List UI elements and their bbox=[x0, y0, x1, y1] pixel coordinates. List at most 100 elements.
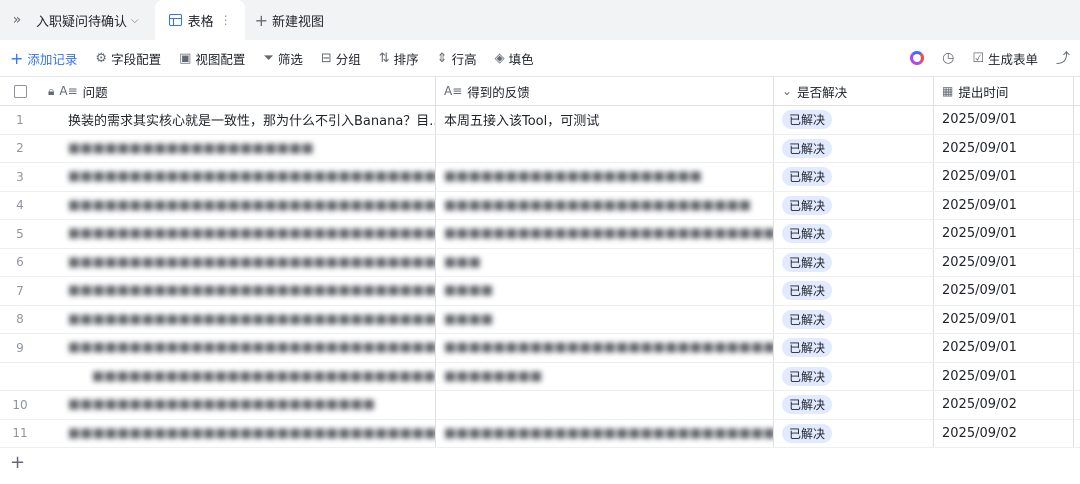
cell-feedback[interactable]: ■■■ bbox=[436, 248, 774, 276]
table-row[interactable]: 8■■■■■■■■■■■■■■■■■■■■■■■■■■■■■■■■■■■■■■■… bbox=[0, 305, 1080, 334]
row-index[interactable] bbox=[0, 363, 40, 391]
cell-resolved[interactable]: 已解决 bbox=[774, 277, 934, 305]
column-header-resolved[interactable]: ⌄ 是否解决 bbox=[774, 77, 934, 105]
add-record-button[interactable]: + 添加记录 bbox=[10, 49, 77, 68]
view-config-button[interactable]: ▣ 视图配置 bbox=[179, 49, 245, 68]
cell-question[interactable]: ■■■■■■■■■■■■■■■■■■■■■■■■■■■■■■■■■■■■■■■ bbox=[40, 248, 436, 276]
row-index[interactable]: 11 bbox=[0, 420, 40, 448]
cell-feedback[interactable]: ■■■■■■■■■■■■■■■■■■■■■■■■■ bbox=[436, 191, 774, 219]
cell-date[interactable]: 2025/09/01 bbox=[934, 163, 1074, 191]
expand-sidebar-icon[interactable]: » bbox=[0, 0, 34, 40]
table-row[interactable]: 4 ■■■■■■■■■■■■■■■■■■■■■■■■■■■■■■■■■ ■■■■■■… bbox=[0, 191, 1080, 220]
data-table: 🔒︎ A≡ 问题 A≡ 得到的反馈 ⌄ 是否解决 ▦ 提出时间 1 换装的需求其实… bbox=[0, 76, 1080, 448]
row-index[interactable]: 7 bbox=[0, 277, 40, 305]
cell-feedback[interactable]: 本周五接入该Tool，可测试 bbox=[436, 106, 774, 134]
table-row[interactable]: 5 ■■■■■■■■■■■■■■■■■■■■■■■■■■■■■■ ■■■■■■■■■… bbox=[0, 220, 1080, 249]
more-options-icon[interactable]: ⋮ bbox=[220, 13, 232, 27]
table-row[interactable]: 3 ■■■■■■■■■■■■■■■■■■■■■■■■■■■■■■■ ■■■■■■■■… bbox=[0, 163, 1080, 192]
cell-feedback[interactable]: ■■■■ bbox=[436, 305, 774, 333]
cell-resolved[interactable]: 已解决 bbox=[774, 305, 934, 333]
cell-question[interactable]: ■■■■■■■■■■■■■■■■■■■■■■■■■■■■■■■■ bbox=[40, 277, 436, 305]
table-row[interactable]: 11 ■■■■■■■■■■■■■■■■■■■■■■■■■■■■■■ ■■■■■■ ■■… bbox=[0, 419, 1080, 448]
table-row[interactable]: 10 ■■■■■■■■■■■■■■■■■■■■■■■■■ 已解决 2025/09/02 bbox=[0, 391, 1080, 420]
cell-date[interactable]: 2025/09/01 bbox=[934, 191, 1074, 219]
cell-date[interactable]: 2025/09/01 bbox=[934, 220, 1074, 248]
cell-feedback[interactable]: ■■■■■■■■■■■■■■■■■■■■■■■■■■■■■■■■■■■■ bbox=[436, 220, 774, 248]
cell-resolved[interactable]: 已解决 bbox=[774, 362, 934, 390]
cell-date[interactable]: 2025/09/01 bbox=[934, 277, 1074, 305]
cell-date[interactable]: 2025/09/02 bbox=[934, 391, 1074, 419]
filter-button[interactable]: ⏷ 筛选 bbox=[263, 49, 302, 68]
cell-question[interactable]: ■■■■■■■■■■■■■■■■■■■■■■■■■ bbox=[40, 391, 436, 419]
cell-resolved[interactable]: 已解决 bbox=[774, 220, 934, 248]
row-index[interactable]: 5 bbox=[0, 220, 40, 248]
cell-resolved[interactable]: 已解决 bbox=[774, 419, 934, 447]
cell-resolved[interactable]: 已解决 bbox=[774, 191, 934, 219]
cell-question[interactable]: ■■■■■■■■■■■■■■■■■■■■ bbox=[40, 134, 436, 162]
status-badge: 已解决 bbox=[782, 281, 833, 301]
cell-resolved[interactable]: 已解决 bbox=[774, 334, 934, 362]
cell-date[interactable]: 2025/09/01 bbox=[934, 305, 1074, 333]
cell-question[interactable]: ■■■■■■■■■■■■■■■■■■■■■■■■■■■■■■■■■■■■■■■ bbox=[40, 220, 436, 248]
fill-color-button[interactable]: ◈ 填色 bbox=[495, 49, 534, 68]
row-index[interactable]: 2 bbox=[0, 135, 40, 163]
row-index[interactable]: 8 bbox=[0, 306, 40, 334]
history-icon[interactable]: ◷ bbox=[942, 50, 954, 66]
column-header-question[interactable]: 🔒︎ A≡ 问题 bbox=[40, 77, 436, 105]
cell-feedback[interactable]: ■■■■ bbox=[436, 277, 774, 305]
cell-feedback[interactable]: ■■■■■■■■■■■■■■■■■■■■■ bbox=[436, 163, 774, 191]
row-height-button[interactable]: ⇕ 行高 bbox=[437, 49, 477, 68]
table-row[interactable]: ■■■■■■■■■■■■■■■■■■■■■■■■■■■■ ■■■■■■■■ 已解决 2… bbox=[0, 362, 1080, 391]
cell-date[interactable]: 2025/09/02 bbox=[934, 419, 1074, 447]
row-index[interactable]: 6 bbox=[0, 249, 40, 277]
share-icon[interactable]: ⤴ bbox=[1056, 48, 1070, 68]
cell-feedback[interactable]: ■■■■■■■■■■■■■■■■■■■■■■■■■■■■■■■■■■■■ bbox=[436, 419, 774, 447]
row-index[interactable]: 3 bbox=[0, 163, 40, 191]
row-index[interactable]: 4 bbox=[0, 192, 40, 220]
new-view-button[interactable]: + 新建视图 bbox=[255, 11, 324, 30]
table-row[interactable]: 1 换装的需求其实核心就是一致性，那为什么不引入Banana？目... 本周五接入该… bbox=[0, 106, 1080, 135]
column-header-date[interactable]: ▦ 提出时间 bbox=[934, 77, 1074, 105]
cell-feedback[interactable]: ■■■■■■■■■■■■■■■■■■■■■■■■■■■■■■■■■ bbox=[436, 334, 774, 362]
cell-resolved[interactable]: 已解决 bbox=[774, 106, 934, 134]
column-header-overflow bbox=[1074, 77, 1080, 105]
tab-table-view[interactable]: 表格 ⋮ bbox=[154, 0, 245, 40]
column-header-feedback[interactable]: A≡ 得到的反馈 bbox=[436, 77, 774, 105]
cell-question[interactable]: ■■■■■■■■■■■■■■■■■■■■■■■■■■■■■■■■■■■■■■ bbox=[40, 334, 436, 362]
generate-form-button[interactable]: ☑ 生成表单 bbox=[972, 49, 1038, 68]
cell-date[interactable]: 2025/09/01 bbox=[934, 362, 1074, 390]
cell-resolved[interactable]: 已解决 bbox=[774, 163, 934, 191]
cell-question[interactable]: ■■■■■■■■■■■■■■■■■■■■■■■■■■■■■■■ bbox=[40, 163, 436, 191]
group-button[interactable]: ⊟ 分组 bbox=[321, 49, 361, 68]
table-row[interactable]: 9⌵■■■■■■■■■■■■■■■■■■■■■■■■■■■■■■■■■■■■■■… bbox=[0, 334, 1080, 363]
cell-question[interactable]: ■■■■■■■■■■■■■■■■■■■■■■■■■■■■■■■■■■■■ bbox=[40, 419, 436, 447]
cell-date[interactable]: 2025/09/01 bbox=[934, 334, 1074, 362]
base-name-dropdown[interactable]: 入职疑问待确认 ⌵ bbox=[34, 0, 149, 40]
cell-resolved[interactable]: 已解决 bbox=[774, 248, 934, 276]
cell-question[interactable]: ■■■■■■■■■■■■■■■■■■■■■■■■■■■■■■■■■ bbox=[40, 191, 436, 219]
table-row[interactable]: 2 ■■■■■■■■■■■■■■■■■■■■ 已解决 2025/09/01 bbox=[0, 134, 1080, 163]
cell-resolved[interactable]: 已解决 bbox=[774, 134, 934, 162]
cell-feedback[interactable]: ■■■■■■■■ bbox=[436, 362, 774, 390]
cell-resolved[interactable]: 已解决 bbox=[774, 391, 934, 419]
cell-overflow bbox=[1074, 192, 1080, 220]
row-index[interactable]: 9⌵ bbox=[0, 334, 40, 362]
cell-question[interactable]: ■■■■■■■■■■■■■■■■■■■■■■■■■■■■ bbox=[40, 362, 436, 390]
cell-feedback[interactable] bbox=[436, 391, 774, 419]
sort-button[interactable]: ⇅ 排序 bbox=[379, 49, 419, 68]
row-index[interactable]: 1 bbox=[0, 106, 40, 134]
table-row[interactable]: 6■■■■■■■■■■■■■■■■■■■■■■■■■■■■■■■■■■■■■■■… bbox=[0, 248, 1080, 277]
cell-date[interactable]: 2025/09/01 bbox=[934, 248, 1074, 276]
ai-assistant-icon[interactable] bbox=[910, 51, 925, 65]
cell-question[interactable]: 换装的需求其实核心就是一致性，那为什么不引入Banana？目... bbox=[40, 106, 436, 134]
select-all-checkbox[interactable] bbox=[13, 84, 27, 98]
cell-feedback[interactable] bbox=[436, 134, 774, 162]
cell-date[interactable]: 2025/09/01 bbox=[934, 106, 1074, 134]
table-row[interactable]: 7 ■■■■■■■■■■■■■■■■■■■■■■■■■■■■■■■■ ■■■■ 已解决… bbox=[0, 277, 1080, 306]
field-config-button[interactable]: ⚙ 字段配置 bbox=[95, 49, 161, 68]
select-all-cell[interactable] bbox=[0, 77, 40, 105]
row-index[interactable]: 10 bbox=[0, 391, 40, 419]
add-row-button[interactable]: + bbox=[10, 452, 25, 473]
cell-question[interactable]: ■■■■■■■■■■■■■■■■■■■■■■■■■■■■■■■■■■■■■■ bbox=[40, 305, 436, 333]
cell-date[interactable]: 2025/09/01 bbox=[934, 134, 1074, 162]
